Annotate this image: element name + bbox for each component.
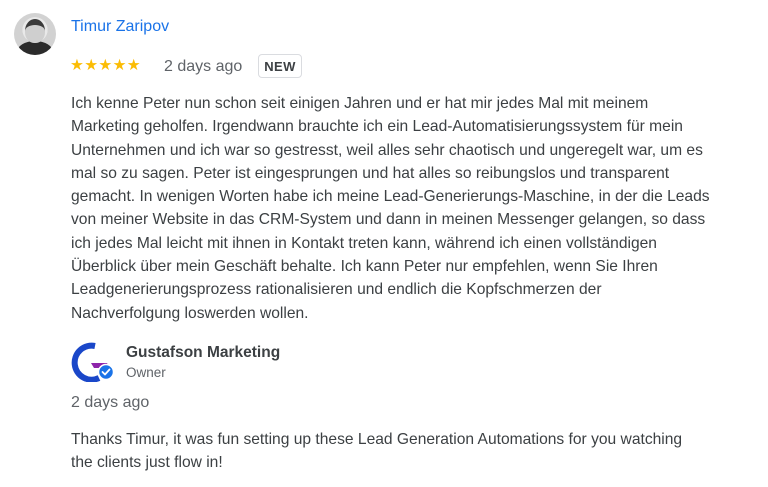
logo-arc bbox=[71, 342, 101, 382]
verified-check-icon bbox=[97, 363, 115, 381]
reviewer-name[interactable]: Timur Zaripov bbox=[71, 17, 169, 37]
new-badge: NEW bbox=[258, 54, 302, 78]
reply-date: 2 days ago bbox=[71, 394, 150, 411]
reviewer-avatar[interactable] bbox=[14, 13, 56, 55]
review-text: Ich kenne Peter nun schon seit einigen J… bbox=[71, 95, 710, 322]
owner-name: Gustafson Marketing bbox=[126, 344, 281, 361]
review-date: 2 days ago bbox=[164, 58, 243, 75]
avatar-head bbox=[25, 19, 45, 43]
avatar-shoulders bbox=[17, 41, 53, 55]
owner-logo[interactable] bbox=[69, 342, 119, 382]
reply-text: Thanks Timur, it was fun setting up thes… bbox=[71, 431, 683, 472]
rating-stars: ★★★★★ bbox=[70, 57, 141, 74]
owner-role: Owner bbox=[126, 365, 166, 380]
